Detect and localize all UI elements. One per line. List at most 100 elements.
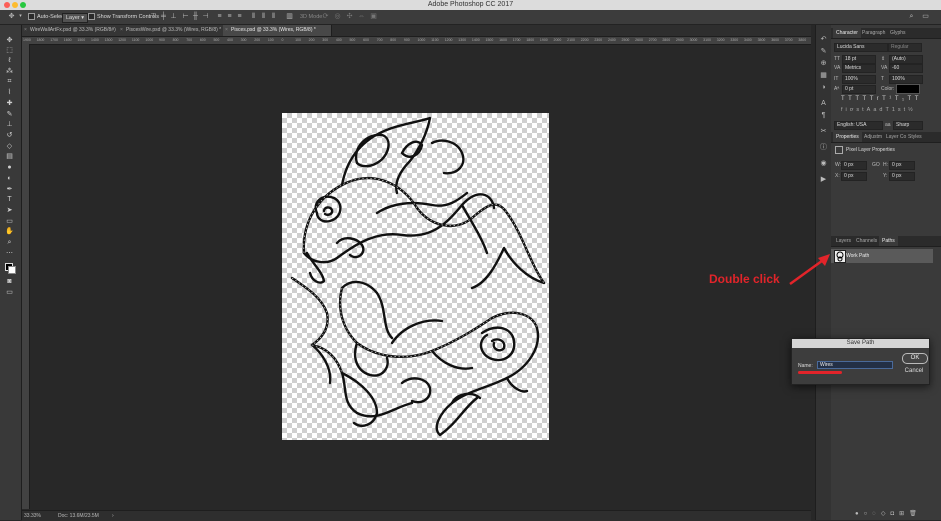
fill-path-icon[interactable]: ● bbox=[855, 511, 864, 517]
align-right-icon[interactable]: ⊣ bbox=[202, 13, 209, 20]
horizontal-scale-field[interactable]: 100% bbox=[889, 75, 923, 84]
tab-pisceswire[interactable]: × PiscesWire.psd @ 33.3% (Wires, RGB/8) * bbox=[118, 25, 231, 36]
zoom-tool-icon[interactable]: ⌕ bbox=[4, 238, 15, 247]
text-color-swatch[interactable] bbox=[896, 84, 920, 94]
info-icon[interactable]: ⓘ bbox=[819, 143, 828, 152]
align-hcenter-icon[interactable]: ╫ bbox=[192, 13, 199, 20]
shape-tool-icon[interactable]: ▭ bbox=[4, 217, 15, 226]
blur-tool-icon[interactable]: ● bbox=[4, 163, 15, 172]
lasso-tool-icon[interactable]: ℓ bbox=[4, 56, 15, 65]
move-tool-icon[interactable]: ✥ bbox=[4, 36, 15, 45]
width-field[interactable]: 0 px bbox=[841, 161, 867, 170]
load-selection-icon[interactable]: ◌ bbox=[872, 511, 881, 517]
actions-icon[interactable]: ▶ bbox=[819, 175, 828, 184]
align-left-icon[interactable]: ⊢ bbox=[182, 13, 189, 20]
gradient-tool-icon[interactable]: ▤ bbox=[4, 152, 15, 161]
align-top-icon[interactable]: ⊤ bbox=[150, 13, 157, 20]
quick-mask-icon[interactable]: ◙ bbox=[4, 277, 15, 286]
x-field[interactable]: 0 px bbox=[841, 172, 867, 181]
tab-layers[interactable]: Layers bbox=[833, 236, 854, 246]
trash-icon[interactable]: 🗑 bbox=[909, 511, 922, 517]
distribute-top-icon[interactable]: ≡ bbox=[216, 13, 223, 20]
tab-paths[interactable]: Paths bbox=[879, 236, 898, 246]
align-bottom-icon[interactable]: ⊥ bbox=[170, 13, 177, 20]
libraries-icon[interactable]: ◉ bbox=[819, 159, 828, 168]
vertical-ruler[interactable] bbox=[22, 44, 30, 509]
tab-properties[interactable]: Properties bbox=[833, 132, 862, 142]
swatches-icon[interactable]: ▦ bbox=[819, 71, 828, 80]
minimize-window-button[interactable] bbox=[12, 2, 18, 8]
antialias-select[interactable]: Sharp bbox=[893, 121, 923, 130]
zoom-window-button[interactable] bbox=[20, 2, 26, 8]
distribute-right-icon[interactable]: ⫴ bbox=[270, 13, 277, 20]
tab-wirewallartfx[interactable]: × WireWallArtFx.psd @ 33.3% (RGB/8#) bbox=[22, 25, 126, 36]
style-button[interactable]: T₁ bbox=[895, 96, 908, 102]
healing-brush-tool-icon[interactable]: ✚ bbox=[4, 99, 15, 108]
character-panel-icon[interactable]: A bbox=[819, 99, 828, 108]
tab-pisces[interactable]: × Pisces.psd @ 33.3% (Wires, RGB/8) * bbox=[223, 25, 332, 36]
opentype-button[interactable]: ½ bbox=[908, 107, 916, 113]
ok-button[interactable]: OK bbox=[902, 353, 928, 364]
distribute-hcenter-icon[interactable]: ⫴ bbox=[260, 13, 267, 20]
history-icon[interactable]: ↶ bbox=[819, 35, 828, 44]
3d-drag-icon[interactable]: ✣ bbox=[346, 13, 353, 20]
close-icon[interactable]: × bbox=[120, 25, 123, 36]
horizontal-ruler[interactable]: 1900 1800 1700 1600 1500 1400 1300 1200 1100 1000… bbox=[22, 37, 811, 45]
tab-character[interactable]: Character bbox=[833, 28, 861, 38]
3d-rotate-icon[interactable]: ⟳ bbox=[322, 13, 329, 20]
leading-field[interactable]: (Auto) bbox=[889, 55, 923, 64]
link-icon[interactable]: GO bbox=[872, 162, 880, 168]
style-button[interactable]: T¹ bbox=[882, 96, 895, 102]
tracking-field[interactable]: -60 bbox=[889, 64, 923, 73]
move-tool-icon[interactable]: ✥ bbox=[8, 13, 15, 20]
work-path-row[interactable]: Work Path bbox=[831, 249, 933, 263]
vertical-scale-field[interactable]: 100% bbox=[842, 75, 876, 84]
close-window-button[interactable] bbox=[4, 2, 10, 8]
opentype-button[interactable]: ad bbox=[873, 107, 885, 113]
kerning-field[interactable]: Metrics bbox=[842, 64, 876, 73]
auto-select-dropdown[interactable]: Layer ▾ bbox=[62, 13, 89, 23]
tab-styles[interactable]: Styles bbox=[905, 132, 925, 142]
clone-source-icon[interactable]: ⊕ bbox=[819, 59, 828, 68]
stroke-path-icon[interactable]: ○ bbox=[864, 511, 873, 517]
style-button[interactable]: T bbox=[908, 96, 915, 102]
font-family-select[interactable]: Lucida Sans bbox=[834, 43, 888, 52]
magic-wand-tool-icon[interactable]: ⁂ bbox=[4, 67, 15, 76]
dodge-tool-icon[interactable]: ◐ bbox=[4, 174, 15, 183]
3d-roll-icon[interactable]: ◎ bbox=[334, 13, 341, 20]
tab-adjustments[interactable]: Adjustm bbox=[861, 132, 885, 142]
language-select[interactable]: English: USA bbox=[834, 121, 883, 130]
distribute-vcenter-icon[interactable]: ≡ bbox=[226, 13, 233, 20]
type-tool-icon[interactable]: T bbox=[4, 195, 15, 204]
make-work-path-icon[interactable]: ◇ bbox=[881, 511, 891, 517]
style-button[interactable]: Tr bbox=[870, 96, 882, 102]
new-path-icon[interactable]: ⊞ bbox=[899, 511, 909, 517]
eyedropper-tool-icon[interactable]: ⌇ bbox=[4, 88, 15, 97]
auto-align-icon[interactable]: ▥ bbox=[286, 13, 293, 20]
close-icon[interactable]: × bbox=[24, 25, 27, 36]
history-brush-tool-icon[interactable]: ↺ bbox=[4, 131, 15, 140]
color-icon[interactable]: ◑ bbox=[819, 83, 828, 92]
document-canvas[interactable] bbox=[282, 113, 549, 440]
path-selection-tool-icon[interactable]: ➤ bbox=[4, 206, 15, 215]
show-transform-checkbox[interactable]: Show Transform Controls bbox=[88, 13, 159, 21]
workspace-icon[interactable]: ▭ bbox=[922, 13, 929, 20]
more-tools-icon[interactable]: ⋯ bbox=[4, 249, 15, 258]
brush-tool-icon[interactable]: ✎ bbox=[4, 110, 15, 119]
style-button[interactable]: TT bbox=[855, 96, 869, 102]
align-vcenter-icon[interactable]: ╪ bbox=[160, 13, 167, 20]
tab-channels[interactable]: Channels bbox=[853, 236, 880, 246]
cancel-button[interactable]: Cancel bbox=[902, 367, 926, 376]
font-size-field[interactable]: 18 pt bbox=[842, 55, 876, 64]
screen-mode-icon[interactable]: ▭ bbox=[4, 288, 15, 297]
opentype-button[interactable]: fi bbox=[841, 107, 850, 113]
distribute-left-icon[interactable]: ⫴ bbox=[250, 13, 257, 20]
distribute-bottom-icon[interactable]: ≡ bbox=[236, 13, 243, 20]
3d-scale-icon[interactable]: ▣ bbox=[370, 13, 377, 20]
close-icon[interactable]: × bbox=[225, 25, 228, 36]
style-button[interactable]: T bbox=[915, 96, 922, 102]
pen-tool-icon[interactable]: ✒ bbox=[4, 185, 15, 194]
brushes-icon[interactable]: ✎ bbox=[819, 47, 828, 56]
font-style-select[interactable]: Regular bbox=[888, 43, 922, 52]
eraser-tool-icon[interactable]: ◇ bbox=[4, 142, 15, 151]
